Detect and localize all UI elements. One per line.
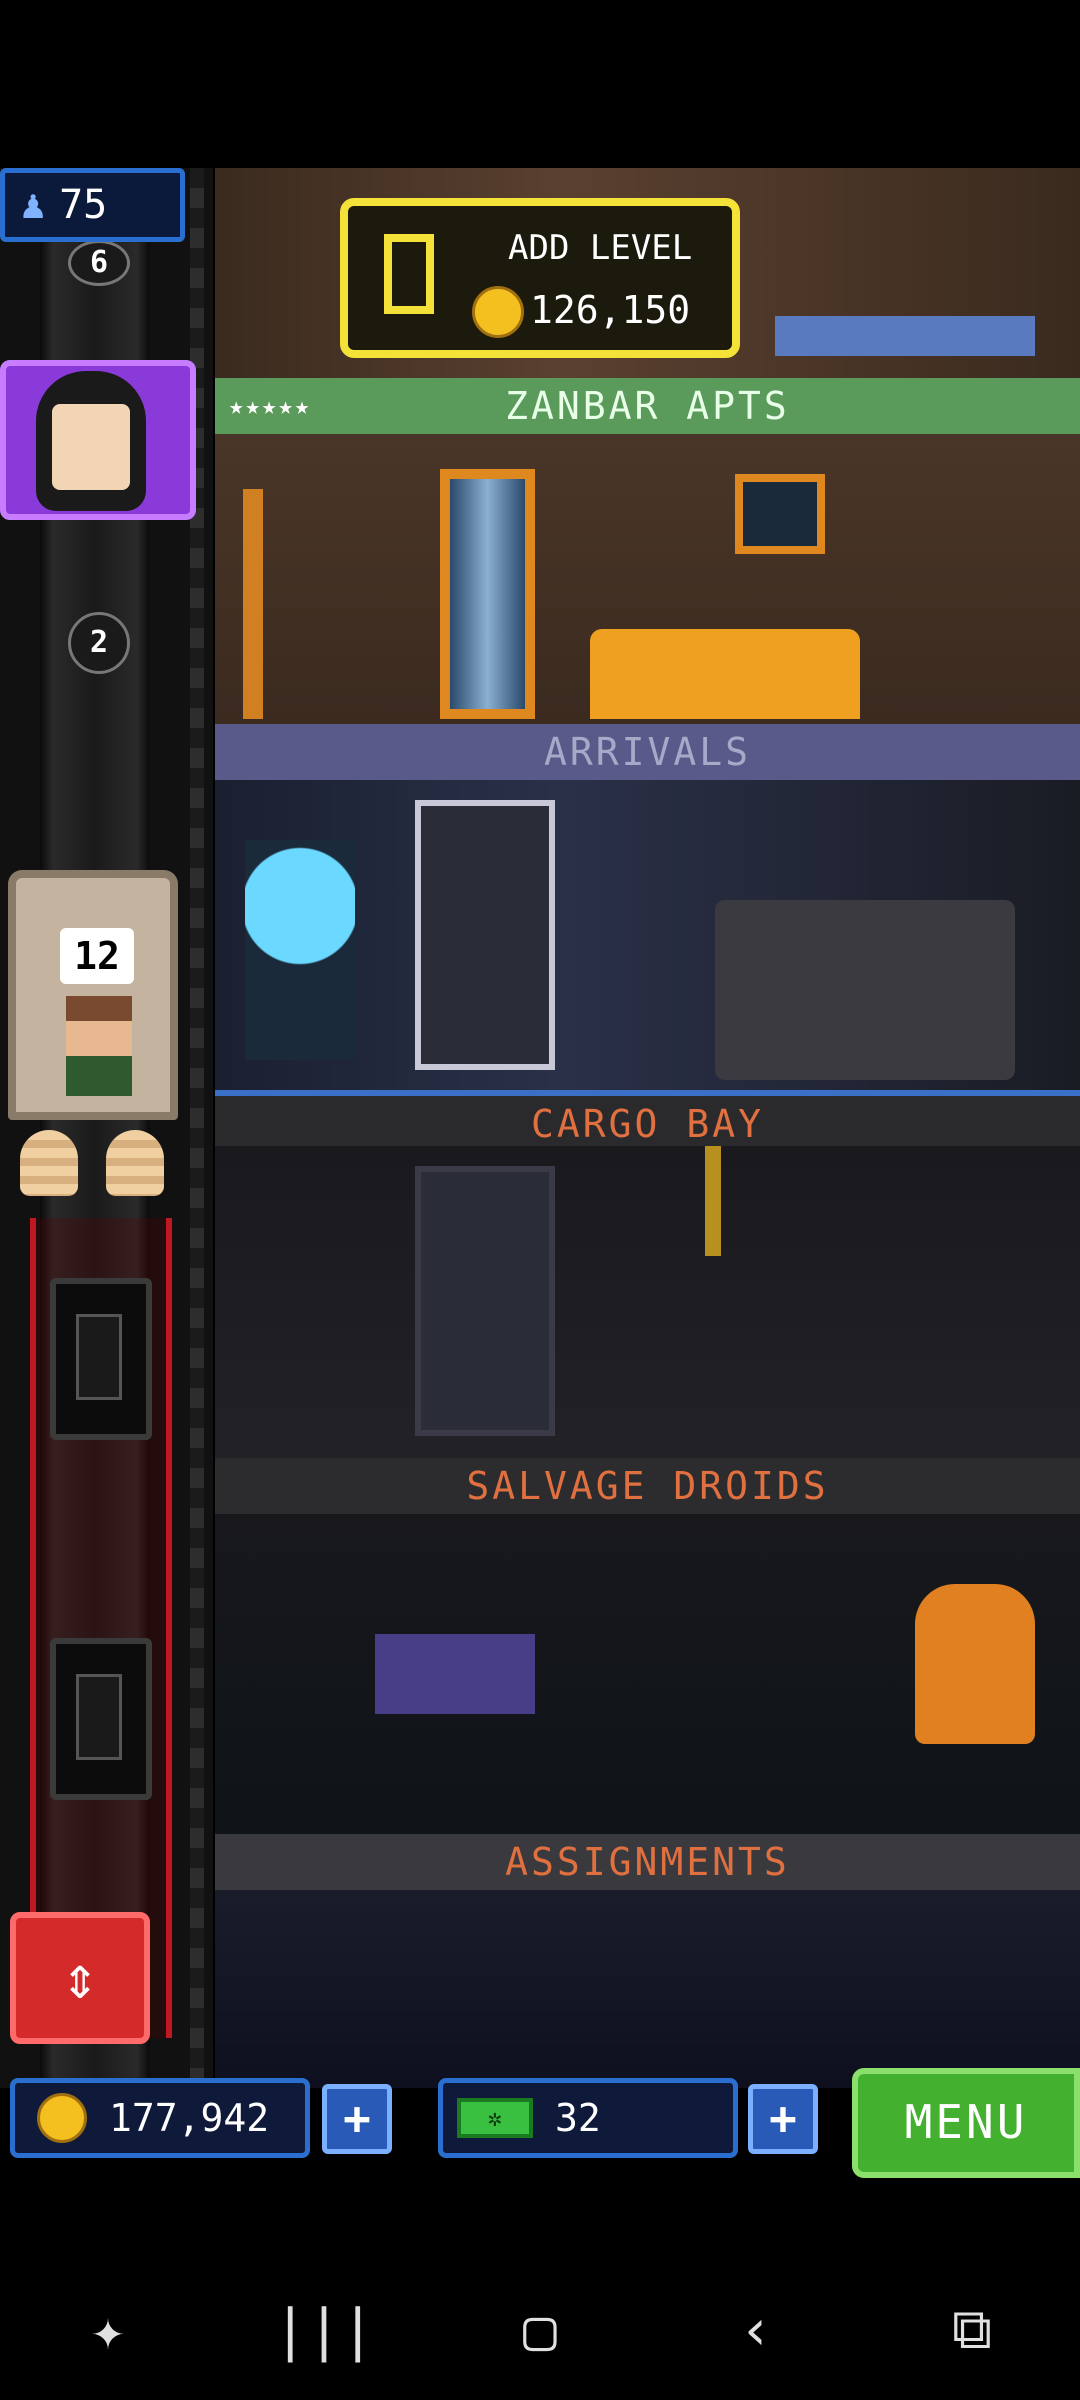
up-down-arrow-icon: ⇕ — [61, 1943, 99, 2013]
floor-cargo-bay[interactable] — [215, 1146, 1080, 1458]
person-icon: ♟ — [21, 182, 46, 228]
add-floor-icon — [384, 234, 434, 314]
tower: ★★★★★ ZANBAR APTS ARRIVALS CARGO BAY SAL… — [215, 168, 1080, 2088]
droid — [915, 1584, 1035, 1744]
population-counter[interactable]: ♟ 75 — [0, 168, 185, 242]
avatar-face — [52, 404, 130, 490]
thruster-left — [20, 1130, 78, 1196]
bux-icon: ✲ — [457, 2098, 533, 2138]
floor-label-assignments[interactable]: ASSIGNMENTS — [215, 1834, 1080, 1890]
hologram-globe — [245, 840, 355, 1060]
elevator-thrusters — [16, 1130, 186, 1210]
menu-button[interactable]: MENU — [852, 2068, 1080, 2178]
floor-zanbar-apts[interactable] — [215, 434, 1080, 724]
home-icon[interactable]: ▢ — [495, 2285, 585, 2375]
floor-label-salvage-droids[interactable]: SALVAGE DROIDS — [215, 1458, 1080, 1514]
floor-label-zanbar-apts[interactable]: ★★★★★ ZANBAR APTS — [215, 378, 1080, 434]
floor-label-arrivals[interactable]: ARRIVALS — [215, 724, 1080, 780]
floor-salvage-droids[interactable] — [215, 1514, 1080, 1834]
floor-label-cargo-bay[interactable]: CARGO BAY — [215, 1090, 1080, 1152]
coins-display[interactable]: 177,942 — [10, 2078, 310, 2158]
ship — [715, 900, 1015, 1080]
game-launcher-icon[interactable]: ✦ — [63, 2285, 153, 2375]
shaft-pod — [50, 1638, 152, 1800]
elevator-destination: 12 — [60, 928, 134, 984]
coin-icon — [472, 286, 524, 338]
add-level-cost: 126,150 — [530, 288, 691, 332]
sofa — [590, 629, 860, 719]
add-level-label: ADD LEVEL — [508, 228, 693, 268]
thruster-right — [106, 1130, 164, 1196]
bux-value: 32 — [555, 2096, 601, 2140]
lamp — [243, 489, 263, 719]
wall-screen — [735, 474, 825, 554]
system-nav-bar: ✦ ||| ▢ ‹ ⧉ — [0, 2270, 1080, 2390]
add-level-button[interactable]: ADD LEVEL 126,150 — [340, 198, 740, 358]
elevator-up-down-button[interactable]: ⇕ — [10, 1912, 150, 2044]
shaft-floor-number: 6 — [68, 240, 130, 286]
bitizen-portrait-button[interactable] — [0, 360, 196, 520]
door — [415, 1166, 555, 1436]
door — [415, 800, 555, 1070]
light-beam — [375, 1634, 535, 1714]
elevator-car[interactable]: 12 — [8, 870, 178, 1120]
bux-display[interactable]: ✲ 32 — [438, 2078, 738, 2158]
recents-icon[interactable]: ||| — [273, 2285, 374, 2375]
floor-assignments[interactable] — [215, 1890, 1080, 2088]
coin-icon — [37, 2093, 87, 2143]
screenshot-icon[interactable]: ⧉ — [927, 2285, 1017, 2375]
floor-arrivals[interactable] — [215, 780, 1080, 1090]
cargo-claw — [705, 1146, 721, 1256]
back-icon[interactable]: ‹ — [711, 2285, 801, 2375]
bar-counter — [775, 316, 1035, 356]
buy-bux-button[interactable]: + — [748, 2084, 818, 2154]
bottom-hud: 177,942 + ✲ 32 + MENU — [0, 2068, 1080, 2178]
population-value: 75 — [59, 182, 108, 228]
game-screen: 6 2 ♟ 75 ▤ 31 12 ⇕ ★★★★★ ZANBAR APTS — [0, 0, 1080, 2400]
star-rating: ★★★★★ — [229, 392, 312, 420]
shaft-pod — [50, 1278, 152, 1440]
shaft-floor-number: 2 — [68, 612, 130, 674]
window — [440, 469, 535, 719]
coins-value: 177,942 — [109, 2096, 270, 2140]
buy-coins-button[interactable]: + — [322, 2084, 392, 2154]
elevator-rider — [66, 996, 132, 1096]
